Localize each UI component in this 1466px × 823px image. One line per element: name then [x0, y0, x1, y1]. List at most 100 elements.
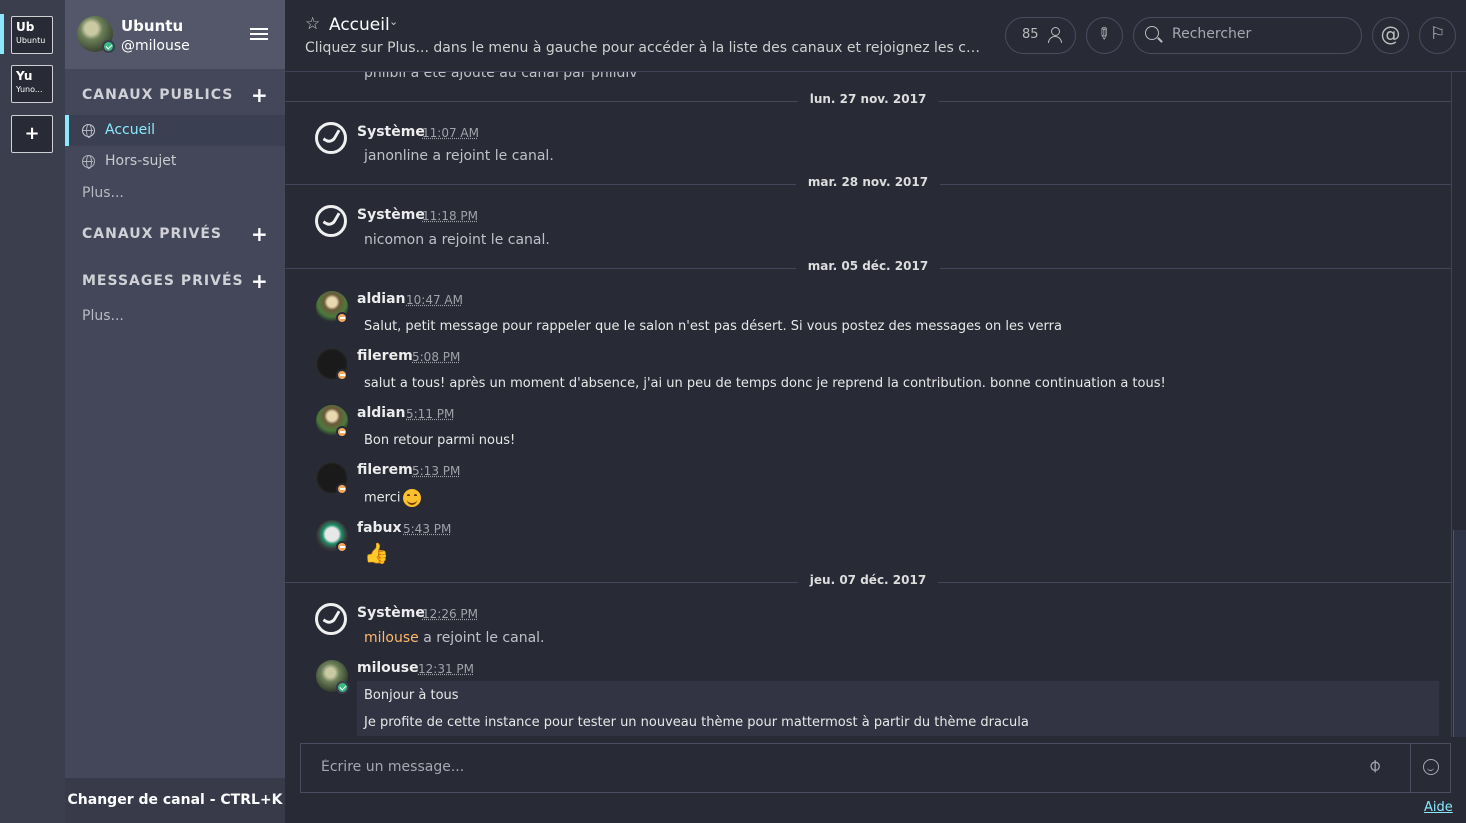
post-time[interactable]: 12:31 PM	[418, 662, 474, 676]
team-name: Ubuntu	[121, 17, 184, 35]
search-input[interactable]	[1172, 26, 1352, 42]
away-status-icon	[336, 483, 348, 495]
post-author[interactable]: fabux	[357, 520, 402, 536]
add-public-channel-button[interactable]: +	[251, 85, 268, 105]
mention-icon[interactable]: @	[1372, 17, 1409, 54]
post-author[interactable]: aldian	[357, 291, 405, 307]
away-status-icon	[336, 312, 348, 324]
date-label: mar. 28 nov. 2017	[795, 175, 941, 189]
person-icon	[1048, 27, 1062, 43]
team-button-yunohost[interactable]: Yu Yuno...	[11, 65, 53, 103]
post-time[interactable]: 5:13 PM	[412, 464, 460, 478]
channel-sidebar: Ubuntu @milouse CANAUX PUBLICS + Accueil…	[65, 0, 285, 823]
date-separator: mar. 28 nov. 2017	[285, 175, 1451, 189]
team-label: Yuno...	[16, 85, 43, 94]
post-text-content: a rejoint le canal.	[418, 630, 545, 646]
channel-name[interactable]: Accueil	[329, 15, 390, 35]
search-icon	[1145, 26, 1159, 40]
post-author[interactable]: filerem	[357, 348, 413, 364]
away-status-icon	[336, 426, 348, 438]
star-icon[interactable]: ☆	[305, 14, 320, 34]
member-count: 85	[1022, 27, 1039, 42]
divider	[1410, 744, 1411, 792]
help-link[interactable]: Aide	[1424, 800, 1453, 815]
post-time[interactable]: 5:11 PM	[406, 407, 454, 421]
team-initials: Yu	[16, 69, 33, 83]
date-label: jeu. 07 déc. 2017	[797, 573, 939, 587]
system-avatar	[315, 603, 347, 635]
pinned-posts-button[interactable]: ✎	[1086, 17, 1123, 54]
post-text: Bon retour parmi nous!	[364, 433, 516, 448]
date-separator: lun. 27 nov. 2017	[285, 92, 1451, 106]
post-text: merci	[364, 489, 422, 507]
date-separator: jeu. 07 déc. 2017	[285, 573, 1451, 587]
member-count-button[interactable]: 85	[1005, 17, 1076, 54]
section-title-public: CANAUX PUBLICS	[82, 87, 234, 103]
thumbs-up-emoji-icon: 👍	[364, 541, 389, 565]
section-title-dm: MESSAGES PRIVÉS	[82, 273, 244, 289]
team-button-ubuntu[interactable]: Ub Ubuntu	[11, 16, 53, 54]
search-box[interactable]	[1133, 17, 1362, 54]
post-text: milouse a rejoint le canal.	[364, 630, 545, 646]
switch-channel-button[interactable]: Changer de canal - CTRL+K	[65, 778, 285, 823]
sidebar-header[interactable]: Ubuntu @milouse	[65, 0, 285, 69]
sidebar-item-hors-sujet[interactable]: Hors-sujet	[65, 146, 285, 177]
chevron-down-icon[interactable]: ⌄	[389, 15, 398, 28]
post-time[interactable]: 12:26 PM	[422, 607, 478, 621]
post-text: Bonjour à tous	[364, 688, 459, 703]
online-status-icon	[336, 681, 349, 694]
post-text: janonline a rejoint le canal.	[364, 148, 554, 164]
channel-header: ☆ Accueil ⌄ Cliquez sur Plus... dans le …	[285, 0, 1466, 72]
more-public-channels-link[interactable]: Plus...	[82, 185, 124, 201]
away-status-icon	[336, 369, 348, 381]
add-private-channel-button[interactable]: +	[251, 224, 268, 244]
post-author[interactable]: Système	[357, 605, 425, 621]
date-label: lun. 27 nov. 2017	[797, 92, 939, 106]
post-time[interactable]: 10:47 AM	[406, 293, 463, 307]
sidebar-item-accueil[interactable]: Accueil	[65, 115, 285, 146]
scrollbar-thumb[interactable]	[1453, 530, 1466, 737]
post-text: salut a tous! après un moment d'absence,…	[364, 376, 1166, 391]
scrollbar[interactable]	[1451, 72, 1466, 737]
flag-icon[interactable]: ⚐	[1419, 17, 1456, 54]
post-time[interactable]: 5:08 PM	[412, 350, 460, 364]
globe-icon	[82, 124, 95, 138]
active-team-indicator	[0, 14, 4, 54]
date-label: mar. 05 déc. 2017	[795, 259, 941, 273]
add-team-button[interactable]: +	[11, 115, 53, 153]
add-direct-message-button[interactable]: +	[251, 271, 268, 291]
post-author[interactable]: filerem	[357, 462, 413, 478]
post-author[interactable]: milouse	[357, 660, 419, 676]
post-text: philbil a été ajouté au canal par phildi…	[364, 72, 638, 81]
post-author[interactable]: Système	[357, 124, 425, 140]
post-text: Je profite de cette instance pour tester…	[364, 715, 1029, 730]
post-author[interactable]: Système	[357, 207, 425, 223]
post-time[interactable]: 5:43 PM	[403, 522, 451, 536]
team-initials: Ub	[16, 20, 35, 34]
online-status-icon	[102, 40, 115, 53]
system-avatar	[315, 122, 347, 154]
post-list: philbil a été ajouté au canal par phildi…	[285, 72, 1451, 737]
date-separator: mar. 05 déc. 2017	[285, 259, 1451, 273]
message-box: ⌀	[300, 743, 1451, 793]
channel-label: Accueil	[105, 122, 155, 138]
away-status-icon	[336, 541, 348, 553]
channel-label: Hors-sujet	[105, 153, 177, 169]
section-title-private: CANAUX PRIVÉS	[82, 226, 222, 242]
team-sidebar: Ub Ubuntu Yu Yuno... +	[0, 0, 65, 823]
paperclip-icon[interactable]: ⌀	[1363, 754, 1386, 777]
emoji-picker-icon[interactable]	[1423, 759, 1439, 775]
smile-emoji-icon	[403, 489, 422, 507]
post-author[interactable]: aldian	[357, 405, 405, 421]
post-text-content: merci	[364, 490, 401, 506]
post-time[interactable]: 11:18 PM	[422, 209, 478, 223]
post-text: nicomon a rejoint le canal.	[364, 232, 550, 248]
team-label: Ubuntu	[16, 36, 46, 45]
post-time[interactable]: 11:07 AM	[422, 126, 479, 140]
pin-icon: ✎	[1092, 22, 1116, 45]
menu-icon[interactable]	[250, 28, 268, 42]
globe-icon	[82, 155, 95, 169]
user-mention[interactable]: milouse	[364, 630, 419, 646]
message-input[interactable]	[321, 759, 1361, 775]
more-direct-messages-link[interactable]: Plus...	[82, 308, 124, 324]
